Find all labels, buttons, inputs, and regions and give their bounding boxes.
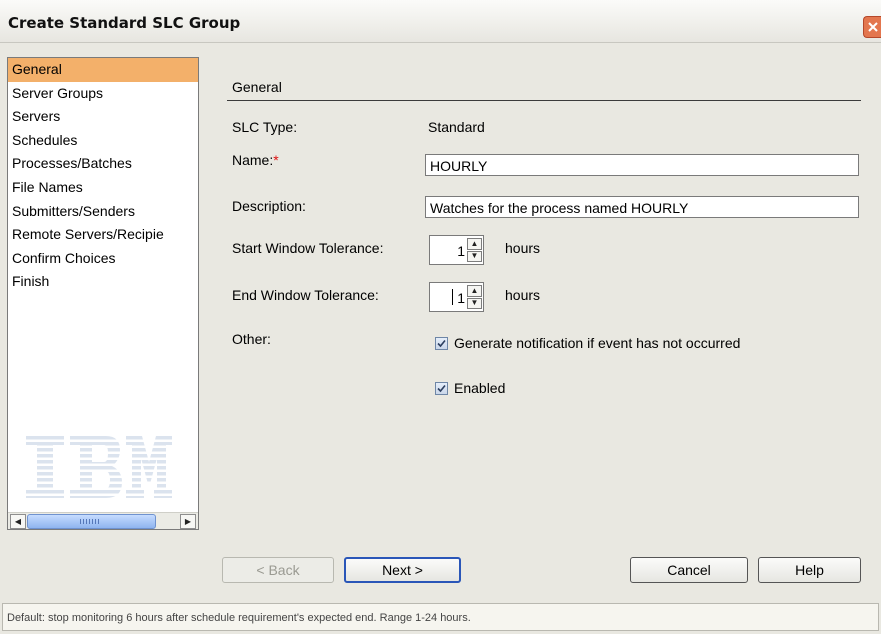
- generate-notification-label: Generate notification if event has not o…: [454, 335, 741, 351]
- section-divider: [227, 100, 861, 101]
- nav-item-submitters-senders[interactable]: Submitters/Senders: [8, 200, 198, 224]
- end-tolerance-value: 1: [457, 290, 465, 306]
- end-tolerance-unit: hours: [505, 287, 541, 303]
- checkmark-icon: [437, 339, 446, 347]
- help-button[interactable]: Help: [758, 557, 861, 583]
- generate-notification-checkbox[interactable]: [435, 336, 448, 350]
- nav-item-confirm-choices[interactable]: Confirm Choices: [8, 247, 198, 271]
- checkmark-icon: [437, 384, 446, 392]
- scroll-left-button[interactable]: ◀: [10, 514, 26, 529]
- section-title: General: [232, 79, 282, 95]
- arrow-up-icon: ▲: [470, 238, 479, 248]
- nav-item-schedules[interactable]: Schedules: [8, 129, 198, 153]
- start-tolerance-spin-buttons: ▲ ▼: [467, 238, 482, 262]
- nav-item-server-groups[interactable]: Server Groups: [8, 82, 198, 106]
- title-bar: Create Standard SLC Group: [0, 0, 881, 43]
- grip-icon: [80, 519, 100, 524]
- status-text: Default: stop monitoring 6 hours after s…: [7, 612, 471, 624]
- start-tolerance-value: 1: [457, 243, 465, 259]
- start-tolerance-label: Start Window Tolerance:: [232, 240, 384, 256]
- slc-type-label: SLC Type:: [232, 119, 298, 135]
- enabled-checkbox[interactable]: [435, 381, 448, 395]
- generate-notification-option[interactable]: Generate notification if event has not o…: [435, 335, 740, 351]
- description-field[interactable]: Watches for the process named HOURLY: [425, 196, 859, 218]
- arrow-left-icon: ◀: [14, 517, 22, 526]
- window-title: Create Standard SLC Group: [8, 14, 241, 32]
- increment-button[interactable]: ▲: [467, 238, 482, 250]
- arrow-up-icon: ▲: [470, 285, 479, 295]
- horizontal-scrollbar[interactable]: ◀ ▶: [8, 512, 198, 529]
- name-field[interactable]: HOURLY: [425, 154, 859, 176]
- wizard-step-list: General Server Groups Servers Schedules …: [7, 57, 199, 530]
- description-field-value: Watches for the process named HOURLY: [430, 200, 689, 216]
- end-tolerance-spinner[interactable]: 1 ▲ ▼: [429, 282, 484, 312]
- nav-item-servers[interactable]: Servers: [8, 105, 198, 129]
- scroll-thumb[interactable]: [27, 514, 156, 529]
- other-label: Other:: [232, 331, 271, 347]
- nav-item-remote-servers-recipients[interactable]: Remote Servers/Recipie: [8, 223, 198, 247]
- back-button[interactable]: < Back: [222, 557, 334, 583]
- nav-item-file-names[interactable]: File Names: [8, 176, 198, 200]
- end-tolerance-spin-buttons: ▲ ▼: [467, 285, 482, 309]
- start-tolerance-spinner[interactable]: 1 ▲ ▼: [429, 235, 484, 265]
- name-field-value: HOURLY: [430, 158, 488, 174]
- nav-item-finish[interactable]: Finish: [8, 270, 198, 294]
- arrow-right-icon: ▶: [184, 517, 192, 526]
- close-icon: [867, 22, 878, 32]
- name-label: Name:*: [232, 152, 279, 168]
- increment-button[interactable]: ▲: [467, 285, 482, 297]
- next-button[interactable]: Next >: [344, 557, 461, 583]
- enabled-option[interactable]: Enabled: [435, 380, 505, 396]
- end-tolerance-label: End Window Tolerance:: [232, 287, 379, 303]
- required-marker: *: [273, 152, 279, 168]
- start-tolerance-unit: hours: [505, 240, 541, 256]
- decrement-button[interactable]: ▼: [467, 250, 482, 262]
- arrow-down-icon: ▼: [470, 251, 479, 261]
- enabled-label: Enabled: [454, 380, 506, 396]
- cancel-button[interactable]: Cancel: [630, 557, 748, 583]
- name-label-text: Name:: [232, 152, 274, 168]
- arrow-down-icon: ▼: [470, 298, 479, 308]
- status-bar: Default: stop monitoring 6 hours after s…: [2, 603, 879, 631]
- ibm-logo: [26, 436, 172, 498]
- slc-type-value: Standard: [428, 119, 485, 135]
- scroll-right-button[interactable]: ▶: [180, 514, 196, 529]
- close-button[interactable]: [863, 16, 881, 38]
- decrement-button[interactable]: ▼: [467, 297, 482, 309]
- text-caret: [452, 289, 453, 305]
- nav-item-general[interactable]: General: [8, 58, 198, 82]
- description-label: Description:: [232, 198, 306, 214]
- nav-item-processes-batches[interactable]: Processes/Batches: [8, 152, 198, 176]
